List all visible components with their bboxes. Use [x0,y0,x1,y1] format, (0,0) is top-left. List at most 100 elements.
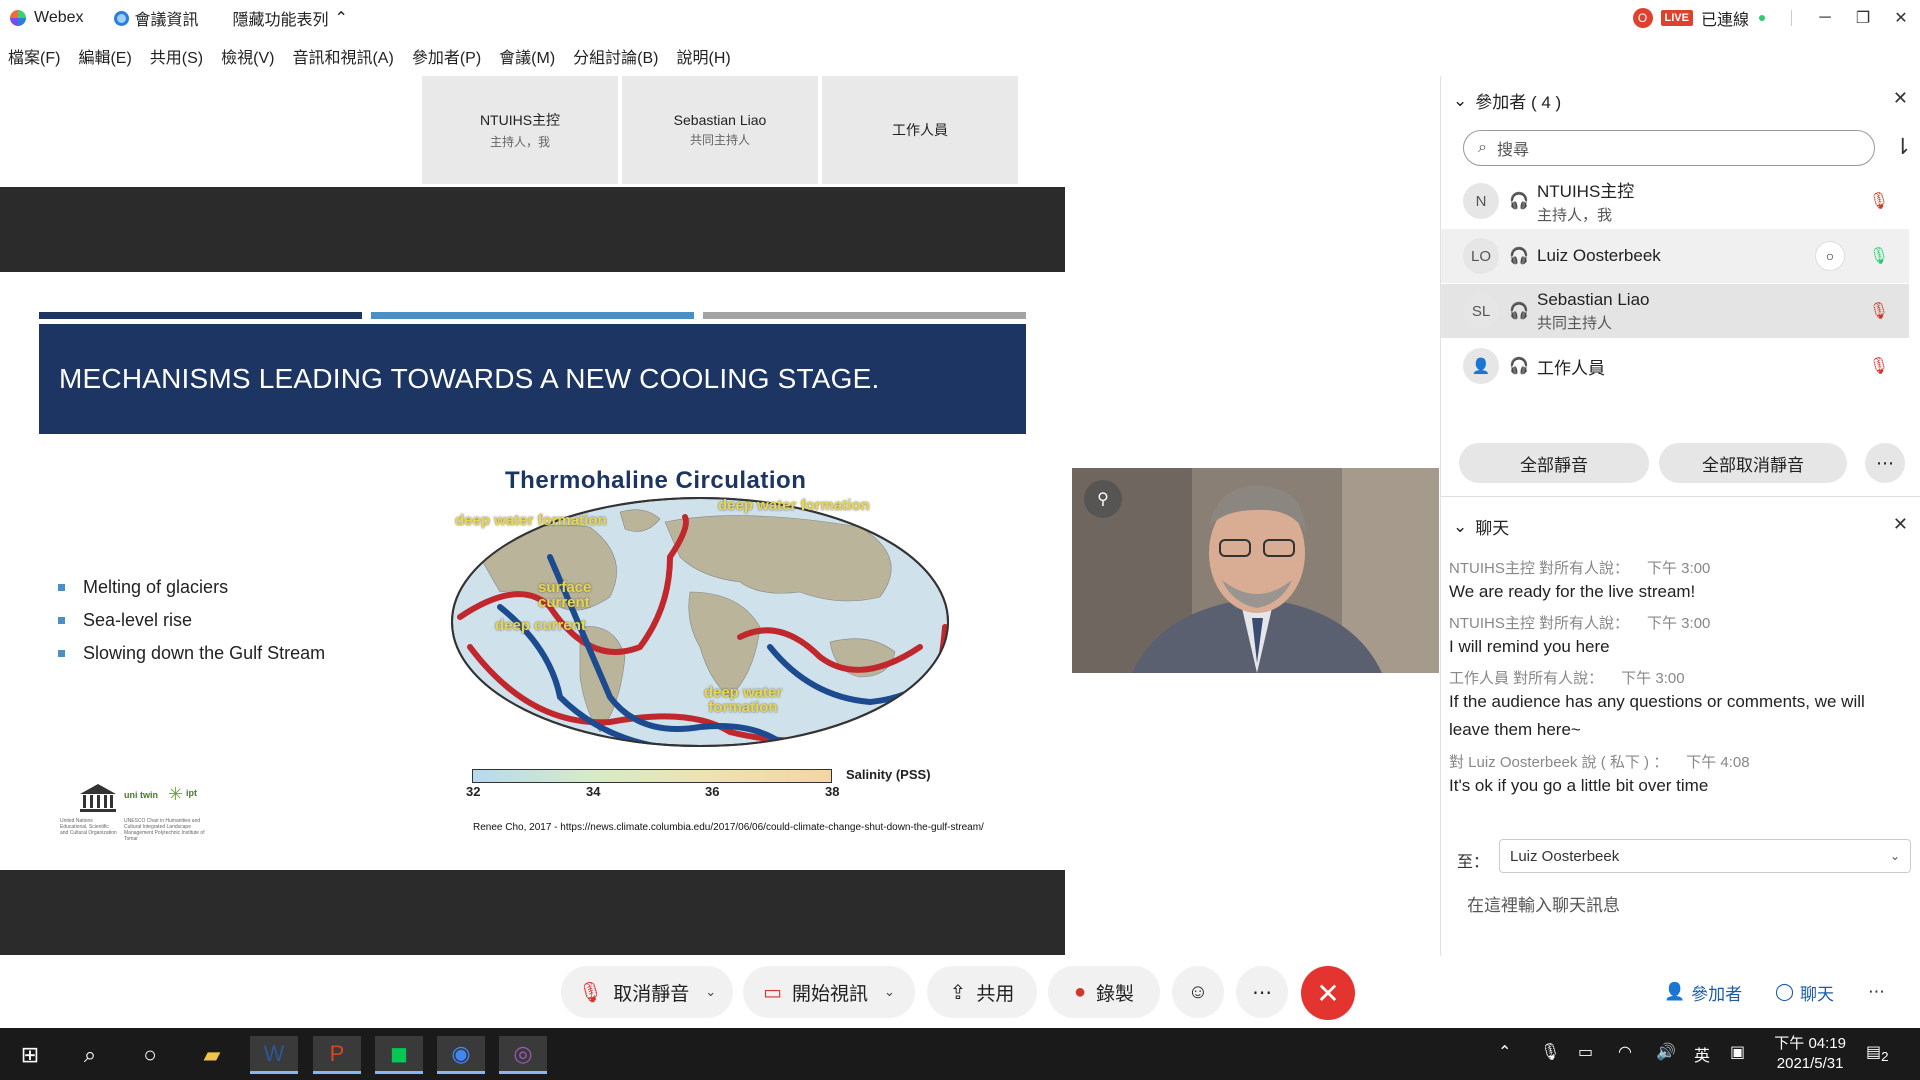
close-window-button[interactable]: ✕ [1882,8,1920,28]
participant-search-input[interactable]: ⌕ 搜尋 [1463,130,1875,166]
battery-icon[interactable]: ▭ [1578,1042,1593,1062]
windows-start-icon[interactable]: ⊞ [6,1036,54,1074]
close-participants-button[interactable]: ✕ [1893,88,1908,109]
muted-mic-icon[interactable]: 🎙 [1869,191,1889,211]
chat-sender: 工作人員 對所有人說： [1449,670,1604,687]
meeting-info-label: 會議資訊 [134,12,199,29]
meeting-control-bar: 🎙 取消靜音 ⌄ ▭ 開始視訊 ⌄ ⇪ 共用 ● 錄製 ☺ ⋯ ✕ 👤 參加者 … [0,956,1920,1028]
line-icon[interactable]: ◼ [375,1036,423,1074]
participant-role: 主持人，我 [1537,207,1613,224]
webex-taskbar-icon[interactable]: ◎ [499,1036,547,1074]
recording-indicator-icon[interactable]: O [1632,8,1653,28]
map-label: deep current [495,617,586,634]
unmute-all-button[interactable]: 全部取消靜音 [1659,443,1847,483]
participant-row[interactable]: SL 🎧 Sebastian Liao 共同主持人 🎙 [1441,284,1909,338]
video-off-icon: ▭ [763,981,782,1004]
chevron-up-icon[interactable]: ⌃ [1498,1042,1511,1062]
ime-indicator[interactable]: 英 [1694,1042,1710,1066]
hide-menu-button[interactable]: 隱藏功能表列 ⌃ [233,6,348,30]
side-panel: ⌄ 參加者 ( 4 ) ✕ ⌕ 搜尋 ⇂ N 🎧 NTUIHS主控 主持人，我 … [1440,76,1920,956]
file-explorer-icon[interactable]: ▰ [188,1036,236,1074]
chevron-down-icon: ⌄ [1889,849,1900,863]
menu-audio-video[interactable]: 音訊和視訊(A) [292,44,393,68]
participant-thumbnail[interactable]: 工作人員 [822,76,1018,184]
participants-toggle-button[interactable]: 👤 參加者 [1664,966,1742,1018]
participant-row[interactable]: LO 🎧 Luiz Oosterbeek ○ 🎙 [1441,229,1909,283]
more-controls-button[interactable]: ⋯ [1236,966,1288,1018]
notification-icon[interactable]: ▤2 [1866,1042,1889,1064]
participant-thumbnail[interactable]: NTUIHS主控 主持人，我 [422,76,618,184]
menu-breakout[interactable]: 分組討論(B) [573,44,658,68]
avatar: SL [1463,293,1499,329]
more-icon: ⋯ [1252,981,1272,1004]
active-mic-icon[interactable]: 🎙 [1869,246,1889,266]
reactions-button[interactable]: ☺ [1172,966,1224,1018]
speaker-video-frame [1072,468,1439,673]
menu-participants[interactable]: 參加者(P) [412,44,481,68]
unmute-label: 取消靜音 [613,983,690,1005]
system-clock[interactable]: 下午 04:19 2021/5/31 [1774,1034,1846,1074]
participant-row[interactable]: N 🎧 NTUIHS主控 主持人，我 🎙 [1441,174,1909,228]
participant-name: 工作人員 [1537,358,1605,378]
chat-bubble-icon[interactable]: ○ [1815,241,1845,271]
minimize-button[interactable]: ─ [1806,9,1844,27]
chat-recipient-select[interactable]: Luiz Oosterbeek ⌄ [1499,839,1911,873]
sort-list-button[interactable]: ⇂ [1894,134,1912,160]
participant-row[interactable]: 👤 🎧 工作人員 🎙 [1441,339,1909,393]
microphone-icon[interactable]: 🎙 [1540,1042,1560,1062]
word-icon[interactable]: W [250,1036,298,1074]
pin-video-button[interactable]: ⚲ [1084,480,1122,518]
menu-meeting[interactable]: 會議(M) [499,44,555,68]
app-name: Webex [34,9,84,26]
muted-mic-icon[interactable]: 🎙 [1869,301,1889,321]
active-speaker-video[interactable]: ⚲ [1072,468,1439,673]
chat-toggle-button[interactable]: ◯ 聊天 [1775,966,1834,1018]
pin-icon: ⚲ [1097,491,1109,508]
chrome-icon[interactable]: ◉ [437,1036,485,1074]
start-video-button[interactable]: ▭ 開始視訊 ⌄ [743,966,915,1018]
ime-mode-icon[interactable]: ▣ [1730,1042,1745,1062]
live-badge: LIVE [1660,10,1693,26]
menu-edit[interactable]: 編輯(E) [78,44,131,68]
menu-share[interactable]: 共用(S) [150,44,203,68]
unmute-button[interactable]: 🎙 取消靜音 ⌄ [561,966,733,1018]
wifi-icon[interactable]: ◠ [1618,1042,1632,1062]
cortana-icon[interactable]: ○ [126,1036,174,1074]
chat-title: 聊天 [1475,519,1510,538]
participants-title: 參加者 ( 4 ) [1475,93,1562,112]
slide-bullet-list: Melting of glaciers Sea-level rise Slowi… [58,577,325,676]
chat-message: It's ok if you go a little bit over time [1449,776,1709,795]
close-chat-button[interactable]: ✕ [1893,514,1908,535]
menu-file[interactable]: 檔案(F) [8,44,60,68]
powerpoint-icon[interactable]: P [313,1036,361,1074]
map-label: surface current [538,579,592,611]
menu-view[interactable]: 檢視(V) [221,44,274,68]
chat-meta: 工作人員 對所有人說： 下午 3:00 [1449,667,1685,688]
clock-date: 2021/5/31 [1776,1055,1844,1072]
chat-meta: 對 Luiz Oosterbeek 說 ( 私下 ) ： 下午 4:08 [1449,751,1750,772]
scale-tick: 38 [825,784,840,799]
connection-status: 已連線 [1700,12,1749,29]
search-icon[interactable]: ⌕ [66,1036,114,1074]
end-meeting-button[interactable]: ✕ [1301,966,1355,1020]
meeting-info-icon [113,10,129,26]
menu-help[interactable]: 說明(H) [677,44,731,68]
restore-button[interactable]: ❐ [1844,8,1882,28]
more-options-button[interactable]: ⋯ [1865,443,1905,483]
participants-header[interactable]: ⌄ 參加者 ( 4 ) [1453,88,1561,113]
panel-more-button[interactable]: ⋯ [1868,966,1885,1018]
chat-header[interactable]: ⌄ 聊天 [1453,514,1509,539]
mute-all-button[interactable]: 全部靜音 [1459,443,1649,483]
volume-icon[interactable]: 🔊 [1656,1042,1676,1062]
share-button[interactable]: ⇪ 共用 [927,966,1037,1018]
muted-locked-mic-icon[interactable]: 🎙 [1869,356,1889,376]
participant-thumbnail[interactable]: Sebastian Liao 共同主持人 [622,76,818,184]
chevron-down-icon[interactable]: ⌄ [705,984,716,1000]
chat-message-input[interactable]: 在這裡輸入聊天訊息 [1467,891,1620,916]
chevron-down-icon: ⌄ [1453,90,1468,110]
chevron-down-icon[interactable]: ⌄ [884,984,895,1000]
title-divider [1791,10,1792,26]
record-button[interactable]: ● 錄製 [1048,966,1160,1018]
meeting-info-button[interactable]: 會議資訊 [113,6,199,30]
webex-logo-icon [10,10,26,26]
